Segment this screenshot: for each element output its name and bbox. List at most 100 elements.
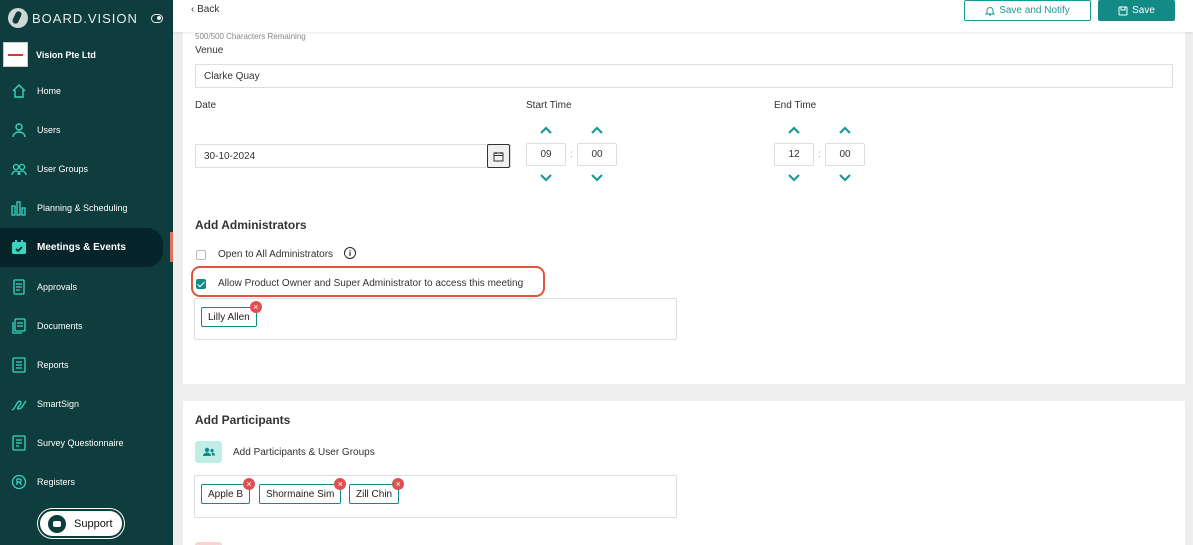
main-content: ‹ Back Save and Notify Save 500/500 Char… [173,0,1193,545]
chart-bars-icon [11,200,27,216]
save-button[interactable]: Save [1098,0,1175,21]
tag-label: Apple B [208,488,244,500]
start-minute-input[interactable]: 00 [577,143,617,166]
sidebar-toggle-icon[interactable] [151,14,163,23]
start-minute-up-chevron-icon[interactable] [591,126,603,134]
sidebar-item-planning-scheduling[interactable]: Planning & Scheduling [0,189,173,228]
venue-label: Venue [195,45,224,56]
sidebar-item-registers[interactable]: Registers [0,463,173,502]
end-minute-up-chevron-icon[interactable] [839,126,851,134]
sidebar-item-reports[interactable]: Reports [0,345,173,384]
sidebar-item-approvals[interactable]: Approvals [0,267,173,306]
organization-name: Vision Pte Ltd [36,49,96,60]
document-check-icon [11,278,27,295]
open-to-all-label: Open to All Administrators [218,249,334,260]
support-button[interactable]: Support [38,509,124,538]
home-icon [11,83,27,99]
start-minute-down-chevron-icon[interactable] [591,174,603,182]
time-separator: : [570,149,573,160]
selected-participant-tag: Zill Chin × [349,478,405,504]
sidebar-item-home[interactable]: Home [0,71,173,110]
administrators-tag-input[interactable]: Lilly Allen × [194,298,677,340]
back-label: Back [197,4,220,15]
brand-name: BOARD.VISION [32,10,138,26]
sidebar-item-label: Approvals [37,281,78,292]
sidebar-item-documents[interactable]: Documents [0,306,173,345]
info-icon[interactable]: i [344,247,356,259]
registered-icon [11,474,27,490]
remove-tag-icon[interactable]: × [243,478,256,490]
bell-icon [985,6,996,15]
organization-logo [3,42,28,67]
start-hour-input[interactable]: 09 [526,143,566,166]
sidebar-item-label: Meetings & Events [37,241,126,253]
brand-logo[interactable]: BOARD.VISION [8,8,138,28]
support-label: Support [74,517,113,530]
open-to-all-checkbox[interactable] [196,250,206,260]
user-groups-icon [11,161,27,177]
calendar-icon [493,151,504,161]
selected-participant-tag: Apple B × [201,478,256,504]
allow-owner-checkbox[interactable] [196,279,206,289]
sidebar-item-smartsign[interactable]: SmartSign [0,385,173,424]
participants-card: Add Participants Add Participants & User… [183,401,1185,545]
top-action-bar: ‹ Back Save and Notify Save [173,0,1193,32]
date-input[interactable]: 30-10-2024 [195,144,511,168]
tag-label: Zill Chin [356,488,393,500]
start-hour-up-chevron-icon[interactable] [540,126,552,134]
selected-administrator-tag: Lilly Allen × [201,301,262,327]
meeting-details-card: 500/500 Characters Remaining Venue Clark… [183,32,1185,384]
sidebar-item-survey-questionnaire[interactable]: Survey Questionnaire [0,424,173,463]
time-separator: : [818,149,821,160]
sidebar-item-label: Reports [37,359,69,370]
sidebar-item-users[interactable]: Users [0,110,173,149]
participants-tag-input[interactable]: Apple B × Shormaine Sim × Zill Chin × [194,475,677,518]
user-icon [11,122,27,138]
venue-input[interactable]: Clarke Quay [195,64,1173,88]
sidebar-item-label: Users [37,124,61,135]
documents-icon [11,318,27,334]
end-hour-down-chevron-icon[interactable] [788,174,800,182]
calendar-check-icon [11,239,27,255]
characters-remaining: 500/500 Characters Remaining [195,32,306,41]
sidebar-item-label: User Groups [37,163,89,174]
add-participants-button[interactable] [195,441,222,463]
sidebar-item-meetings-events[interactable]: Meetings & Events [0,227,163,267]
sidebar-nav: Home Users User Groups Planning & Schedu… [0,71,173,502]
remove-tag-icon[interactable]: × [334,478,347,490]
organization-selector[interactable]: Vision Pte Ltd [3,42,96,67]
selected-participant-tag: Shormaine Sim × [259,478,347,504]
back-link[interactable]: ‹ Back [191,4,219,15]
sidebar-item-label: Registers [37,477,76,488]
add-participants-title: Add Participants [195,413,291,427]
add-administrators-title: Add Administrators [195,218,307,232]
allow-owner-label: Allow Product Owner and Super Administra… [218,278,524,289]
end-minute-down-chevron-icon[interactable] [839,174,851,182]
floppy-disk-icon [1118,6,1128,15]
end-hour-up-chevron-icon[interactable] [788,126,800,134]
survey-icon [11,435,27,451]
remove-tag-icon[interactable]: × [249,301,262,313]
remove-tag-icon[interactable]: × [392,478,405,490]
sidebar: BOARD.VISION Vision Pte Ltd Home Users U… [0,0,173,545]
sidebar-item-label: Survey Questionnaire [37,438,124,449]
end-time-label: End Time [774,100,817,111]
tag-label: Lilly Allen [208,311,250,323]
board-vision-logo-icon [8,8,28,28]
sidebar-item-user-groups[interactable]: User Groups [0,149,173,188]
signature-icon [11,396,27,412]
save-and-notify-label: Save and Notify [999,5,1070,16]
start-hour-down-chevron-icon[interactable] [540,174,552,182]
tag-label: Shormaine Sim [266,488,335,500]
sidebar-item-label: Home [37,85,62,96]
save-label: Save [1132,5,1155,16]
start-time-label: Start Time [526,100,572,111]
sidebar-item-label: SmartSign [37,399,80,410]
sidebar-item-label: Planning & Scheduling [37,203,128,214]
add-participants-label[interactable]: Add Participants & User Groups [233,447,375,458]
save-and-notify-button[interactable]: Save and Notify [964,0,1091,21]
sidebar-item-label: Documents [37,320,83,331]
end-minute-input[interactable]: 00 [825,143,865,166]
calendar-picker-button[interactable] [487,144,510,168]
end-hour-input[interactable]: 12 [774,143,814,166]
